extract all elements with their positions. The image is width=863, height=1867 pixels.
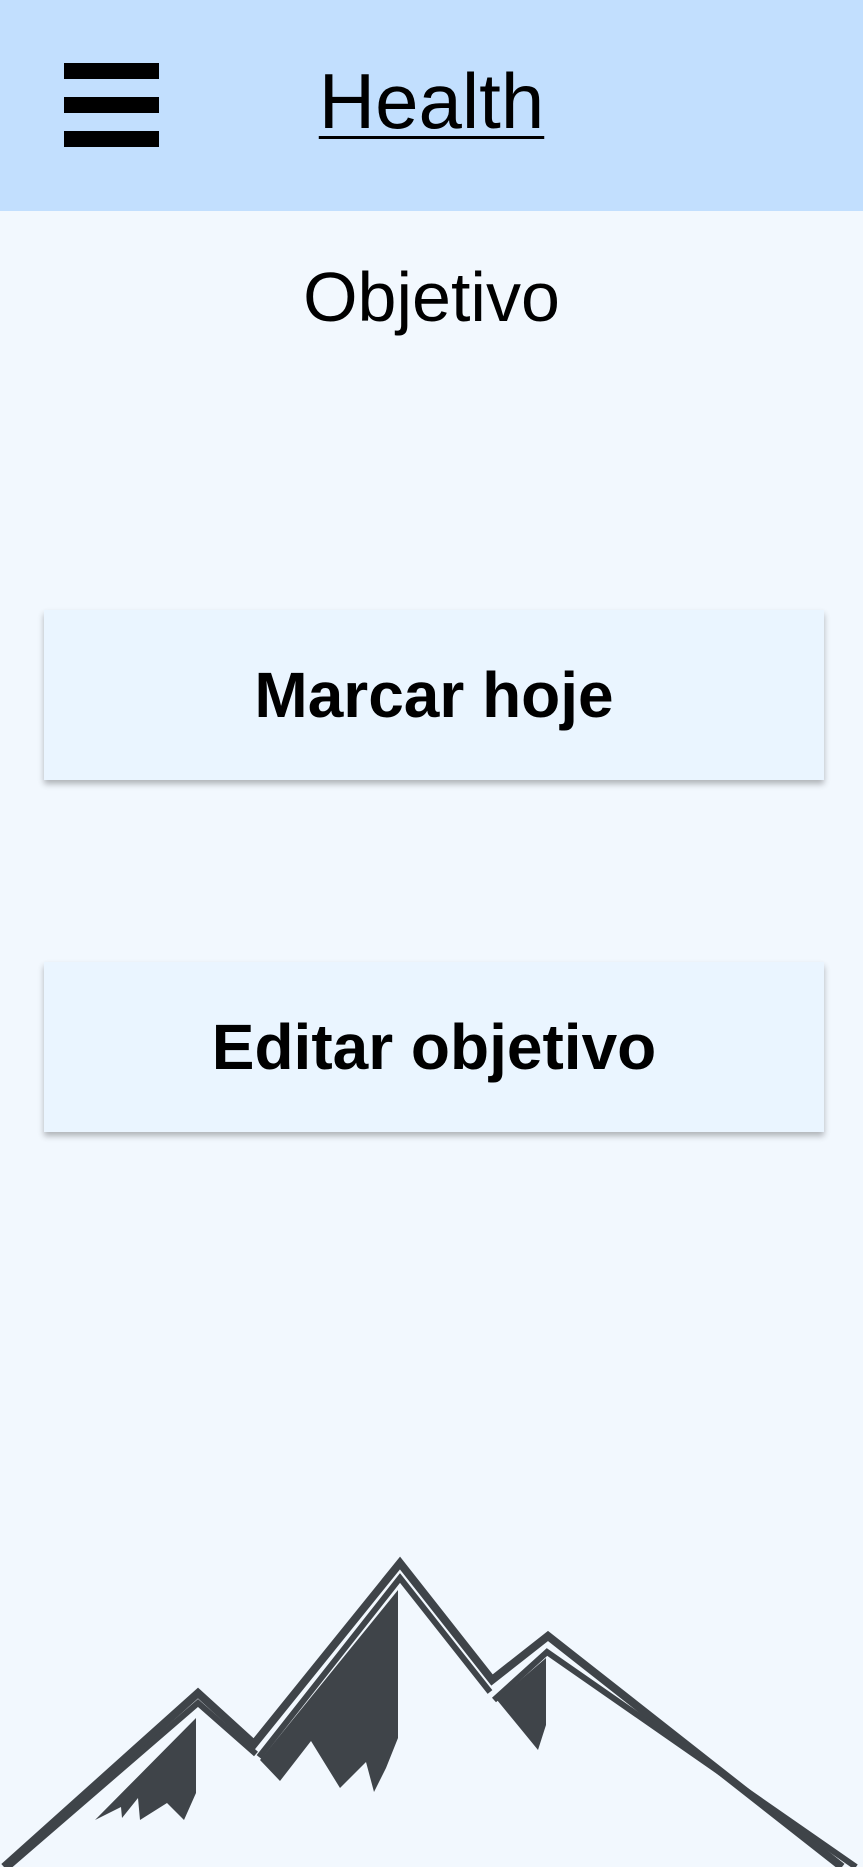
mountain-icon (1, 1556, 858, 1867)
app-header: Health (0, 0, 863, 211)
mark-today-button[interactable]: Marcar hoje (44, 610, 824, 780)
edit-goal-button[interactable]: Editar objetivo (44, 962, 824, 1132)
page-title: Objetivo (303, 258, 560, 336)
app-title-link[interactable]: Health (0, 55, 863, 147)
